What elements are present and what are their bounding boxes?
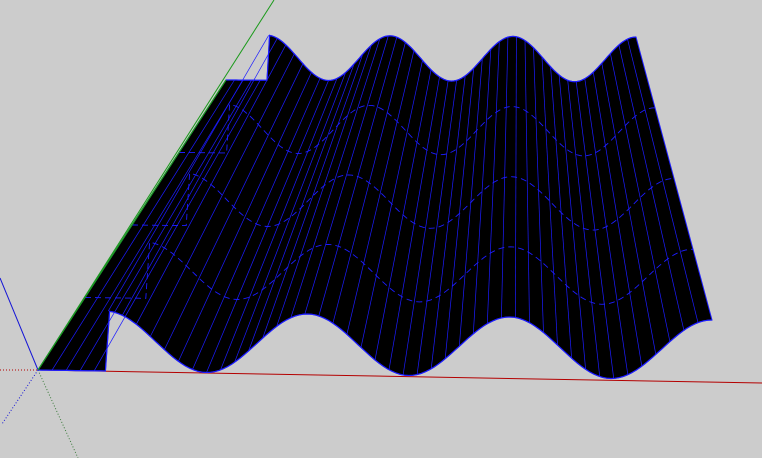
modeling-viewport[interactable] xyxy=(0,0,762,458)
3d-scene-canvas[interactable] xyxy=(0,0,762,458)
